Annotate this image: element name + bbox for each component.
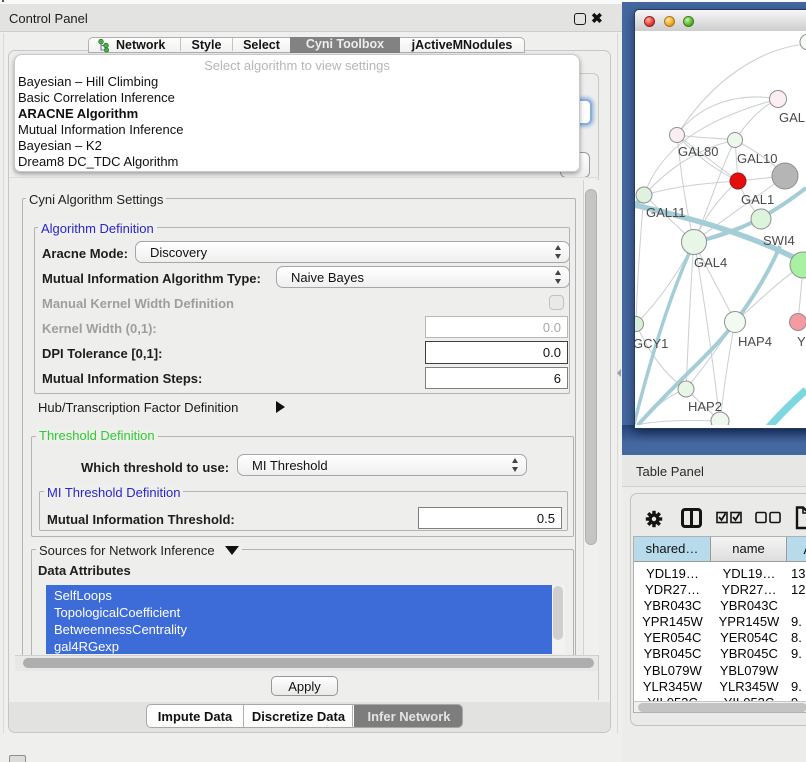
svg-text:HAP4: HAP4 bbox=[738, 334, 772, 349]
svg-text:HAP2: HAP2 bbox=[688, 399, 722, 414]
svg-text:SWI4: SWI4 bbox=[763, 233, 795, 248]
svg-text:GAL4: GAL4 bbox=[694, 255, 727, 270]
svg-text:GAL1: GAL1 bbox=[741, 192, 774, 207]
svg-text:GCY1: GCY1 bbox=[635, 336, 668, 351]
svg-text:GAL10: GAL10 bbox=[737, 151, 777, 166]
svg-text:Y: Y bbox=[797, 334, 806, 349]
svg-text:GAL80: GAL80 bbox=[678, 144, 718, 159]
svg-text:GAL11: GAL11 bbox=[646, 205, 686, 220]
svg-text:GAL: GAL bbox=[779, 110, 805, 125]
